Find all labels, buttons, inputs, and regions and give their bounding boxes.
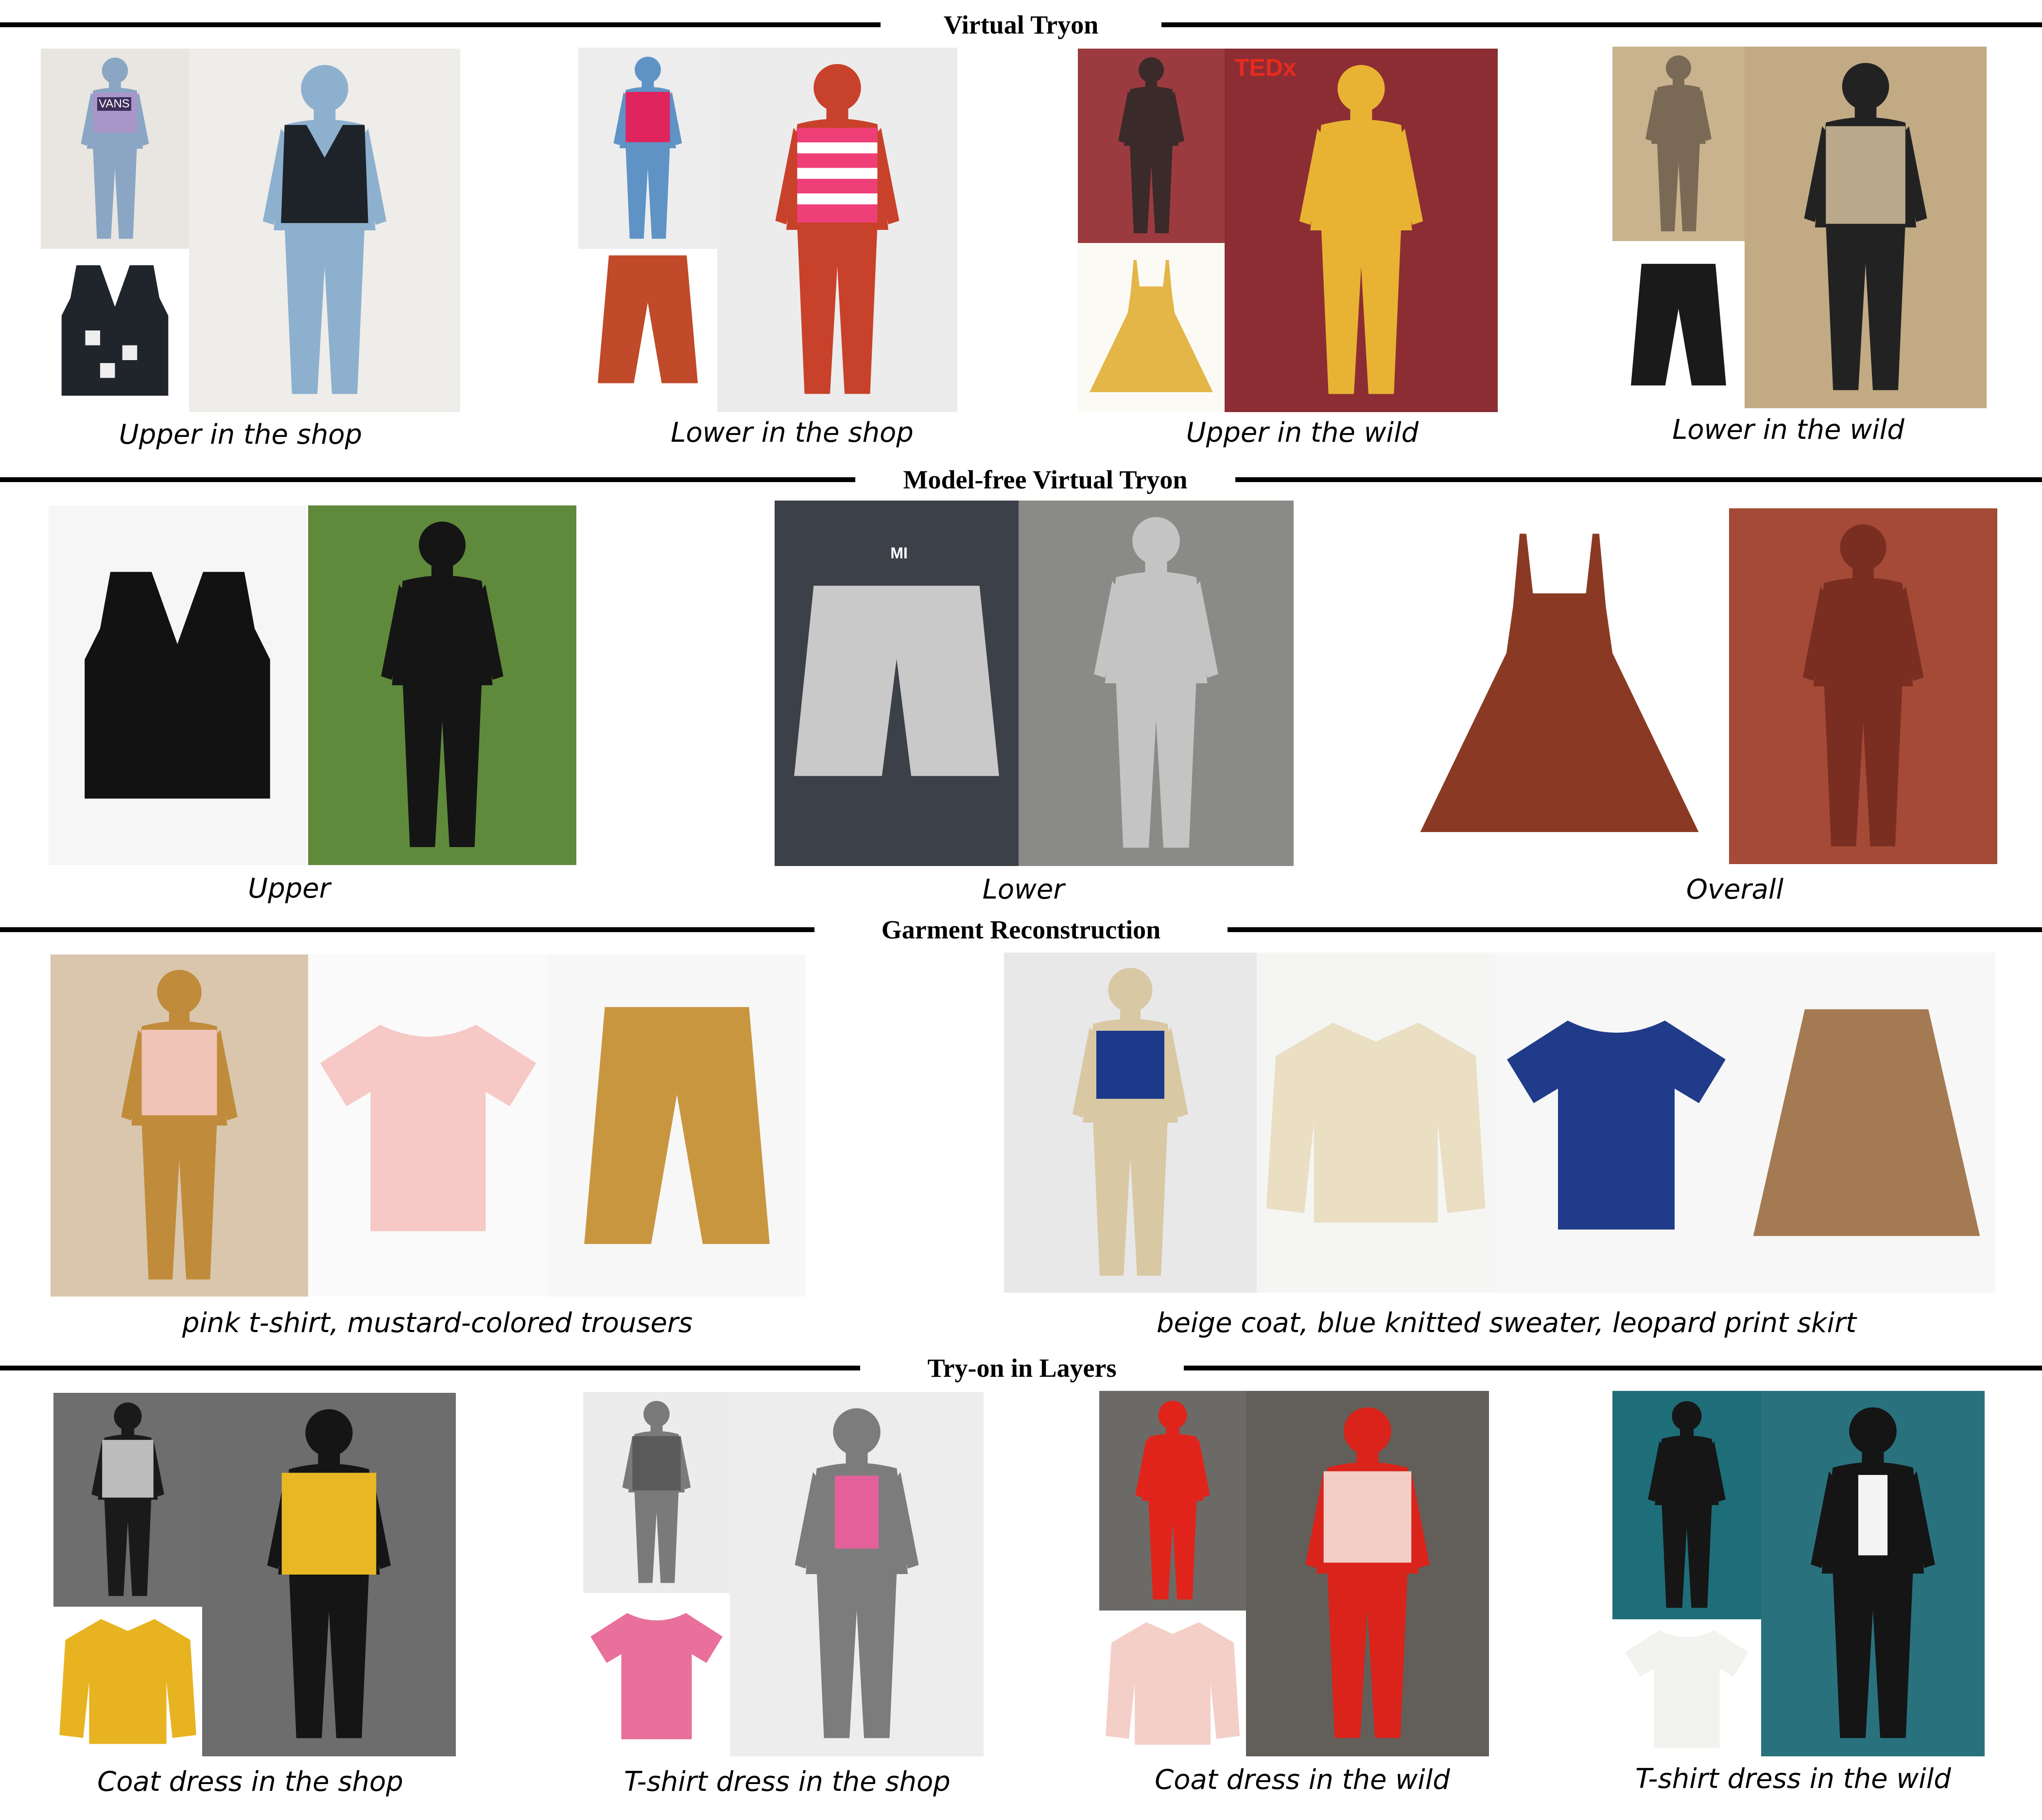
- caption-tshirt-dress-in-the-wild: T-shirt dress in the wild: [1635, 1763, 1951, 1795]
- garment-blue-sweater-photo: [1495, 953, 1738, 1293]
- garment-mustard-trousers-photo: [548, 954, 806, 1297]
- divider-left: [0, 1366, 860, 1370]
- garment-vest-photo: [41, 249, 189, 412]
- person-reference-photo: [1099, 1391, 1246, 1611]
- vans-logo-text: VANS: [97, 97, 131, 111]
- caption-tshirt-dress-in-the-shop: T-shirt dress in the shop: [624, 1766, 951, 1798]
- tryon-result-photo: [1246, 1391, 1489, 1756]
- caption-overall: Overall: [1686, 874, 1784, 905]
- tryon-result-photo: [202, 1393, 456, 1756]
- tryon-result-photo: [308, 505, 576, 865]
- garment-pink-tshirt-photo: [583, 1593, 730, 1756]
- person-reference-photo: [41, 49, 189, 249]
- person-reference-photo: [1004, 953, 1257, 1293]
- garment-black-tank-photo: [49, 505, 306, 865]
- tedx-sign-text: TEDx: [1234, 54, 1297, 81]
- divider-right: [1235, 477, 2042, 482]
- section-title-garment-reconstruction: Garment Reconstruction: [881, 915, 1161, 944]
- caption-upper-in-the-shop: Upper in the shop: [119, 419, 363, 451]
- tryon-result-photo: [1019, 501, 1294, 866]
- section-title-virtual-tryon: Virtual Tryon: [943, 10, 1099, 39]
- hanger-label-text: MI: [890, 544, 908, 562]
- caption-beige-coat-blue-sweater-leopard-skirt: beige coat, blue knitted sweater, leopar…: [1156, 1307, 1856, 1339]
- tryon-result-photo: [189, 49, 460, 412]
- divider-left: [0, 927, 814, 932]
- garment-pink-tshirt-photo: [308, 954, 548, 1297]
- garment-pink-jacket-photo: [1099, 1611, 1246, 1756]
- person-reference-photo: [578, 48, 717, 249]
- caption-upper: Upper: [248, 873, 330, 904]
- garment-lehenga-photo: [1078, 243, 1225, 412]
- person-reference-photo: [51, 954, 308, 1297]
- divider-left: [0, 477, 855, 482]
- person-reference-photo: [1612, 47, 1745, 241]
- garment-yellow-puffer-photo: [53, 1607, 202, 1756]
- garment-cargo-pants-photo: [578, 249, 717, 390]
- caption-pink-tshirt-mustard-trousers: pink t-shirt, mustard-colored trousers: [182, 1307, 693, 1339]
- person-reference-photo: [583, 1392, 730, 1593]
- divider-right: [1184, 1366, 2042, 1370]
- person-reference-photo: [1078, 49, 1225, 243]
- caption-lower-in-the-shop: Lower in the shop: [671, 417, 914, 449]
- tryon-result-photo: [1761, 1391, 1985, 1756]
- tryon-result-photo: [1745, 47, 1987, 408]
- caption-lower: Lower: [982, 874, 1065, 905]
- person-reference-photo: [1612, 1391, 1761, 1619]
- divider-right: [1228, 927, 2042, 932]
- section-title-tryon-in-layers: Try-on in Layers: [927, 1353, 1117, 1383]
- tryon-result-photo: [717, 48, 957, 412]
- caption-coat-dress-in-the-shop: Coat dress in the shop: [97, 1766, 403, 1798]
- garment-white-tshirt-photo: [1612, 1619, 1761, 1756]
- person-reference-photo: [53, 1393, 202, 1607]
- tryon-result-photo: [1729, 508, 1997, 864]
- garment-leopard-skirt-photo: [1738, 953, 1995, 1293]
- garment-floral-dress-photo: [1394, 508, 1725, 864]
- caption-coat-dress-in-the-wild: Coat dress in the wild: [1155, 1764, 1450, 1796]
- divider-right: [1161, 22, 2042, 27]
- caption-lower-in-the-wild: Lower in the wild: [1672, 414, 1904, 446]
- caption-upper-in-the-wild: Upper in the wild: [1186, 417, 1419, 449]
- garment-beige-coat-photo: [1257, 953, 1495, 1293]
- garment-patterned-trousers-photo: [1612, 241, 1745, 408]
- section-title-model-free: Model-free Virtual Tryon: [903, 465, 1188, 494]
- divider-left: [0, 22, 881, 27]
- tryon-result-photo: [730, 1392, 984, 1756]
- tryon-result-photo: [1225, 49, 1498, 412]
